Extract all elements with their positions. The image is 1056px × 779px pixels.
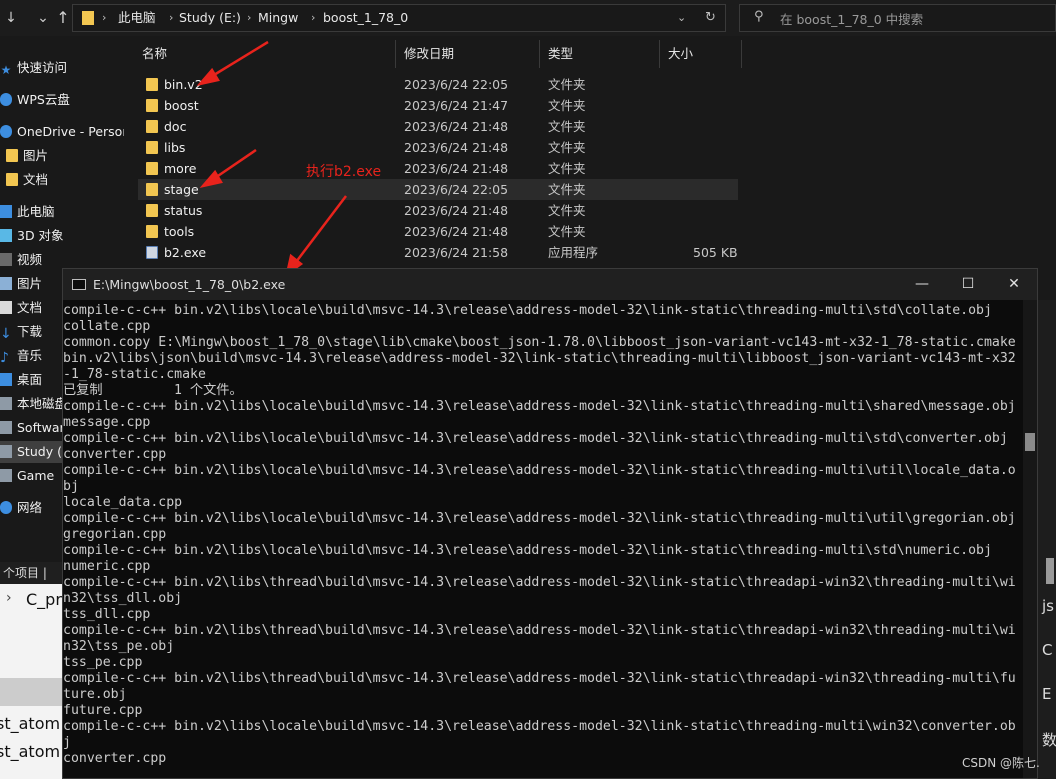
background-edge-text: C (1042, 641, 1053, 659)
console-line: n32\tss_dll.obj (63, 591, 183, 606)
close-icon[interactable]: ✕ (991, 269, 1037, 300)
console-line: compile-c-c++ bin.v2\libs\locale\build\m… (63, 511, 1016, 526)
console-line: tss_dll.cpp (63, 607, 151, 622)
console-line: common.copy E:\Mingw\boost_1_78_0\stage\… (63, 335, 1016, 350)
console-line: compile-c-c++ bin.v2\libs\locale\build\m… (63, 399, 1016, 414)
console-line: compile-c-c++ bin.v2\libs\locale\build\m… (63, 463, 1016, 478)
background-selection (0, 678, 62, 706)
console-line: compile-c-c++ bin.v2\libs\locale\build\m… (63, 303, 992, 318)
console-line: converter.cpp (63, 751, 167, 766)
console-line: n32\tss_pe.obj (63, 639, 175, 654)
console-line: message.cpp (63, 415, 151, 430)
console-line: numeric.cpp (63, 559, 151, 574)
annotation-arrow (199, 148, 257, 189)
console-line: compile-c-c++ bin.v2\libs\locale\build\m… (63, 543, 992, 558)
background-window: › C_pr st_atom st_atom (0, 584, 62, 779)
watermark: CSDN @陈七. (962, 756, 1040, 770)
background-edge-text: E (1042, 685, 1052, 703)
console-line: bj (63, 479, 79, 494)
console-line: compile-c-c++ bin.v2\libs\thread\build\m… (63, 575, 1016, 590)
annotation-arrow (285, 195, 347, 277)
console-line: compile-c-c++ bin.v2\libs\thread\build\m… (63, 671, 1016, 686)
console-line: bin.v2\libs\json\build\msvc-14.3\release… (63, 351, 1016, 366)
console-title: E:\Mingw\boost_1_78_0\b2.exe (93, 277, 286, 292)
chevron-right-icon: › (6, 590, 12, 606)
console-line: collate.cpp (63, 319, 151, 334)
console-line: converter.cpp (63, 447, 167, 462)
minimize-icon[interactable]: — (899, 269, 945, 300)
background-edge-text: 数 (1042, 731, 1056, 749)
console-line: compile-c-c++ bin.v2\libs\locale\build\m… (63, 719, 1016, 734)
console-title-bar[interactable]: E:\Mingw\boost_1_78_0\b2.exe — ☐ ✕ (63, 269, 1037, 300)
console-line: locale_data.cpp (63, 495, 183, 510)
console-line: ture.obj (63, 687, 127, 702)
console-app-icon (72, 279, 86, 290)
console-scrollbar[interactable] (1023, 300, 1037, 778)
annotation-arrow (196, 40, 269, 87)
console-scrollbar-thumb[interactable] (1025, 433, 1035, 451)
console-line: tss_pe.cpp (63, 655, 143, 670)
console-line: 已复制 1 个文件。 (63, 383, 243, 398)
background-window-text: st_atom (0, 714, 61, 733)
console-line: gregorian.cpp (63, 527, 167, 542)
background-edge-text: js (1042, 597, 1054, 615)
console-output: compile-c-c++ bin.v2\libs\locale\build\m… (63, 300, 1023, 778)
console-line: -1_78-static.cmake (63, 367, 206, 382)
background-window-edge: js C E 数 (1038, 300, 1056, 779)
console-window[interactable]: E:\Mingw\boost_1_78_0\b2.exe — ☐ ✕ compi… (62, 268, 1038, 779)
maximize-icon[interactable]: ☐ (945, 269, 991, 300)
background-scrollbar-thumb (1046, 558, 1054, 584)
console-line: future.cpp (63, 703, 143, 718)
status-bar: 个项目 | (0, 562, 62, 584)
background-window-text: C_pr (26, 590, 62, 609)
console-line: compile-c-c++ bin.v2\libs\thread\build\m… (63, 623, 1016, 638)
console-line: compile-c-c++ bin.v2\libs\locale\build\m… (63, 431, 1008, 446)
console-line: j (63, 735, 71, 750)
background-window-text: st_atom (0, 742, 61, 761)
